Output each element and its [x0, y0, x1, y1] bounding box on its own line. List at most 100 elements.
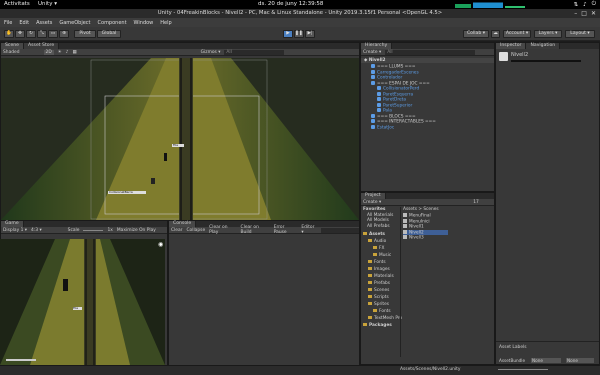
scene-file-item[interactable]: Nivell3	[403, 235, 424, 241]
activities-button[interactable]: Activitats	[4, 1, 30, 7]
cloud-icon[interactable]: ☁	[491, 30, 500, 38]
hierarchy-item[interactable]: === ESPAI DE JOC ===	[361, 80, 494, 86]
game-toolbar: Display 1 ▾ 4:3 ▾ Scale 1x Maximize On P…	[1, 227, 167, 234]
effects-icon[interactable]: ▦	[72, 50, 76, 55]
scene-search-input[interactable]: All	[224, 49, 285, 55]
system-menu[interactable]: ⇅ ♪ ⏻	[574, 1, 596, 8]
scale-slider[interactable]	[83, 229, 104, 231]
audio-icon[interactable]: ♪	[66, 50, 69, 55]
favorites-item[interactable]: All Prefabs	[367, 224, 390, 230]
assets-folder-item[interactable]: Fonts	[373, 309, 391, 315]
assets-folder-item[interactable]: Prefabs	[368, 281, 390, 287]
console-clear-button[interactable]: Clear	[171, 228, 182, 233]
assets-folder-item[interactable]: Materials	[368, 274, 394, 280]
console-collapse-button[interactable]: Collapse	[186, 228, 205, 233]
scene-file-icon	[403, 213, 407, 217]
console-clear-on-play-button[interactable]: Clear on Play	[209, 225, 236, 235]
2d-toggle[interactable]: 2D	[43, 49, 54, 55]
pivot-toggle[interactable]: Pivot	[74, 30, 96, 38]
menu-component[interactable]: Component	[98, 20, 127, 26]
scene-root-row[interactable]: ◆ Nivell2	[361, 58, 494, 64]
hierarchy-item[interactable]: CollisionatorPerd	[361, 86, 494, 92]
assets-folder-item[interactable]: Music	[373, 253, 391, 259]
display-dropdown[interactable]: Display 1 ▾	[3, 228, 27, 233]
rotate-tool-icon[interactable]: ↻	[26, 30, 36, 38]
tab-scene[interactable]: Scene	[1, 43, 25, 49]
assets-folder-item[interactable]: Sprites	[368, 302, 389, 308]
hierarchy-item[interactable]: ParetSuperior	[361, 102, 494, 108]
pause-icon[interactable]: ❚❚	[294, 30, 304, 38]
menu-edit[interactable]: Edit	[19, 20, 29, 26]
hierarchy-item[interactable]: === BLOCS ===	[361, 113, 494, 119]
clock[interactable]: ds. 20 de juny 12:39:58	[258, 1, 323, 7]
hierarchy-search-input[interactable]: All	[385, 49, 476, 55]
assets-folder-item[interactable]: Fonts	[368, 260, 386, 266]
menu-assets[interactable]: Assets	[36, 20, 52, 26]
rect-tool-icon[interactable]: ▭	[48, 30, 58, 38]
shading-dropdown[interactable]: Shaded	[3, 50, 20, 55]
close-icon[interactable]: ✕	[591, 9, 596, 18]
console-clear-on-build-button[interactable]: Clear on Build	[241, 225, 270, 235]
assetbundle-dropdown[interactable]: None	[531, 358, 561, 363]
tab-game[interactable]: Game	[1, 221, 24, 227]
assets-folder-item[interactable]: Audio	[368, 239, 386, 245]
tab-inspector[interactable]: Inspector	[496, 43, 527, 49]
menu-window[interactable]: Window	[134, 20, 154, 26]
tab-project[interactable]: Project	[361, 193, 386, 199]
tab-asset-store[interactable]: Asset Store	[24, 43, 60, 49]
scale-tool-icon[interactable]: ⤡	[37, 30, 47, 38]
menu-file[interactable]: File	[4, 20, 12, 26]
assets-folder-item[interactable]: TextMesh Pro	[368, 316, 402, 322]
menu-gameobject[interactable]: GameObject	[59, 20, 90, 26]
hierarchy-panel: Hierarchy Create ▾ All ◆ Nivell2 === LLU…	[360, 42, 495, 192]
hierarchy-item[interactable]: EstatJoc	[361, 124, 494, 130]
assets-folder-item[interactable]: FX	[373, 246, 384, 252]
gizmos-dropdown[interactable]: Gizmos ▾	[201, 50, 221, 55]
scene-viewport[interactable]: Fila CollisionatBarra	[1, 58, 359, 220]
hierarchy-create-dropdown[interactable]: Create ▾	[363, 50, 381, 55]
project-create-dropdown[interactable]: Create ▾	[363, 200, 381, 205]
assets-folder-item[interactable]: Packages	[363, 323, 392, 329]
tab-hierarchy[interactable]: Hierarchy	[361, 43, 393, 49]
menu-help[interactable]: Help	[160, 20, 171, 26]
hierarchy-item[interactable]: ParetDreta	[361, 97, 494, 103]
collab-dropdown[interactable]: Collab ▾	[463, 30, 489, 38]
hierarchy-item[interactable]: Pala	[361, 108, 494, 114]
console-search-input[interactable]	[321, 227, 359, 233]
hand-tool-icon[interactable]: ✋	[4, 30, 14, 38]
minimize-icon[interactable]: –	[574, 9, 577, 18]
maximize-icon[interactable]: □	[581, 9, 587, 18]
play-icon[interactable]: ▶	[283, 30, 293, 38]
console-editor-dropdown[interactable]: Editor ▾	[301, 225, 317, 235]
assets-folder-item[interactable]: Scripts	[368, 295, 389, 301]
hierarchy-item[interactable]: CarregadorEscenes	[361, 69, 494, 75]
transform-tool-icon[interactable]: ⊕	[59, 30, 69, 38]
layers-dropdown[interactable]: Layers ▾	[534, 30, 562, 38]
account-dropdown[interactable]: Account ▾	[503, 30, 531, 38]
assets-folder-item[interactable]: Assets	[363, 232, 385, 238]
console-error-pause-button[interactable]: Error Pause	[274, 225, 298, 235]
hierarchy-item[interactable]: Controlador	[361, 75, 494, 81]
hierarchy-item[interactable]: === LLUMS ===	[361, 64, 494, 70]
maximize-on-play-toggle[interactable]: Maximize On Play	[117, 228, 156, 233]
assets-folder-item[interactable]: Images	[368, 267, 390, 273]
tab-navigation[interactable]: Navigation	[526, 43, 561, 49]
folder-icon	[368, 316, 372, 319]
tab-console[interactable]: Console	[169, 221, 197, 227]
hierarchy-item[interactable]: === INTERACTABLES ===	[361, 119, 494, 125]
project-icon-size-slider[interactable]	[498, 369, 548, 370]
aspect-dropdown[interactable]: 4:3 ▾	[31, 228, 42, 233]
move-tool-icon[interactable]: ✥	[15, 30, 25, 38]
gameobject-icon	[371, 80, 375, 85]
hierarchy-item[interactable]: ParetEsquerra	[361, 91, 494, 97]
app-menu-button[interactable]: Unity ▾	[38, 1, 57, 7]
assets-folder-item[interactable]: Scenes	[368, 288, 389, 294]
layout-dropdown[interactable]: Layout ▾	[565, 30, 595, 38]
collider-label: CollisionatBarra	[109, 190, 133, 194]
step-icon[interactable]: ▶|	[305, 30, 315, 38]
lighting-icon[interactable]: ☀	[58, 50, 62, 55]
project-splitter[interactable]	[400, 207, 401, 357]
game-viewport[interactable]: Fila ◉	[0, 239, 165, 365]
assetbundle-variant-dropdown[interactable]: None	[566, 358, 594, 363]
global-toggle[interactable]: Global	[97, 30, 121, 38]
